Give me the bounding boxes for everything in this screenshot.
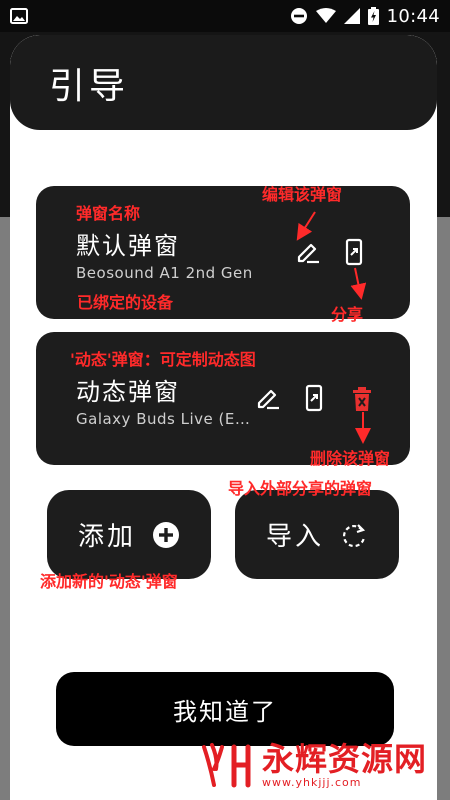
- annotation-popup-name: 弹窗名称: [76, 204, 141, 223]
- annotation-import-external: 导入外部分享的弹窗: [228, 479, 373, 498]
- plus-circle-icon: [153, 521, 179, 548]
- clock: 10:44: [386, 5, 440, 27]
- annotation-bound-device: 已绑定的设备: [77, 293, 174, 312]
- watermark-brand: 永辉资源网: [262, 739, 428, 778]
- status-bar: 10:44: [0, 0, 450, 32]
- watermark: 永辉资源网 www.yhkjjj.com: [200, 735, 427, 795]
- bound-device: Beosound A1 2nd Gen: [76, 264, 253, 282]
- refresh-icon: [342, 523, 366, 547]
- annotation-delete-popup: 删除该弹窗: [310, 449, 391, 468]
- annotation-edit-popup: 编辑该弹窗: [262, 185, 343, 204]
- import-button[interactable]: 导入: [235, 490, 399, 579]
- wifi-icon: [315, 8, 336, 23]
- brand-logo-icon: [202, 743, 251, 788]
- share-icon[interactable]: [340, 238, 368, 266]
- dialog-header: 引导: [10, 35, 437, 130]
- annotation-share: 分享: [331, 305, 364, 324]
- popup-name: 默认弹窗: [76, 232, 180, 260]
- edit-icon[interactable]: [254, 384, 282, 412]
- popup-name: 动态弹窗: [76, 378, 180, 406]
- battery-charging-icon: [367, 7, 379, 25]
- edit-icon[interactable]: [294, 238, 322, 266]
- dialog-title: 引导: [49, 66, 130, 107]
- add-label: 添加: [77, 522, 136, 552]
- signal-icon: [343, 8, 360, 24]
- import-label: 导入: [265, 522, 324, 552]
- add-button[interactable]: 添加: [47, 490, 211, 579]
- annotation-add-new-dynamic: 添加新的'动态'弹窗: [40, 572, 178, 591]
- image-icon: [10, 8, 28, 24]
- bound-device: Galaxy Buds Live (E…: [76, 410, 251, 428]
- delete-icon[interactable]: [348, 385, 376, 413]
- annotation-dynamic-popup: '动态'弹窗：可定制动态图: [70, 350, 256, 369]
- share-icon[interactable]: [300, 384, 328, 412]
- do-not-disturb-icon: [290, 8, 307, 24]
